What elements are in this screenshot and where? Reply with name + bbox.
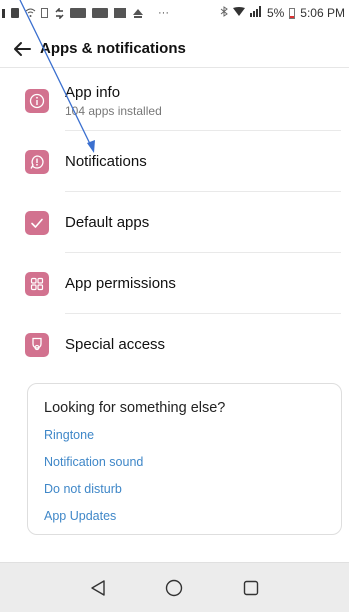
notification-bubble-icon [25,149,49,174]
suggestions-card: Looking for something else? Ringtone Not… [27,383,342,535]
list-item-title: Special access [65,336,166,353]
link-app-updates[interactable]: App Updates [44,503,325,530]
alert-icon [2,8,5,18]
wifi-signal-icon [232,6,245,20]
list-item-default-apps[interactable]: Default apps [0,192,349,253]
status-system: 5% 5:06 PM [220,6,345,20]
link-do-not-disturb[interactable]: Do not disturb [44,476,325,503]
app-bar: Apps & notifications [0,30,349,68]
navigation-bar [0,562,349,612]
battery-icon [289,7,296,19]
link-ringtone[interactable]: Ringtone [44,422,325,449]
message-icon [114,8,126,18]
clock: 5:06 PM [300,6,345,20]
list-item-title: App permissions [65,275,176,292]
list-item-title: Notifications [65,153,147,170]
status-bar: ··· 5% 5:06 PM [0,0,349,26]
more-icon: ··· [158,7,169,19]
news-icon [92,8,108,18]
list-item-app-info[interactable]: App info 104 apps installed [0,70,349,131]
list-item-notifications[interactable]: Notifications [0,131,349,192]
sync-icon [54,7,64,20]
square-recents-icon [243,580,259,595]
settings-list: App info 104 apps installed Notification… [0,70,349,375]
battery-percent: 5% [266,6,285,20]
news-icon [70,8,86,18]
nav-home-button[interactable] [154,568,194,608]
status-notification-icons: ··· [0,7,169,20]
nav-back-button[interactable] [78,568,118,608]
list-item-app-permissions[interactable]: App permissions [0,253,349,314]
arrow-back-icon [14,41,31,56]
check-icon [25,210,49,235]
nav-recents-button[interactable] [231,568,271,608]
notification-icon [11,8,19,18]
triangle-back-icon [91,579,105,596]
list-item-title: Default apps [65,214,150,231]
grid-icon [25,271,49,296]
medal-icon [25,332,49,357]
circle-home-icon [166,579,183,596]
list-item-special-access[interactable]: Special access [0,314,349,375]
mm-icon [132,8,143,18]
card-title: Looking for something else? [44,400,226,416]
wifi-icon [25,8,36,18]
info-icon [25,88,49,113]
back-button[interactable] [6,33,38,65]
list-item-subtitle: 104 apps installed [65,103,162,118]
cell-signal-icon [249,6,262,20]
list-item-title: App info [65,83,121,101]
page-title: Apps & notifications [40,40,186,57]
screenshot-icon [41,8,48,18]
link-notification-sound[interactable]: Notification sound [44,449,325,476]
bluetooth-icon [220,6,228,20]
